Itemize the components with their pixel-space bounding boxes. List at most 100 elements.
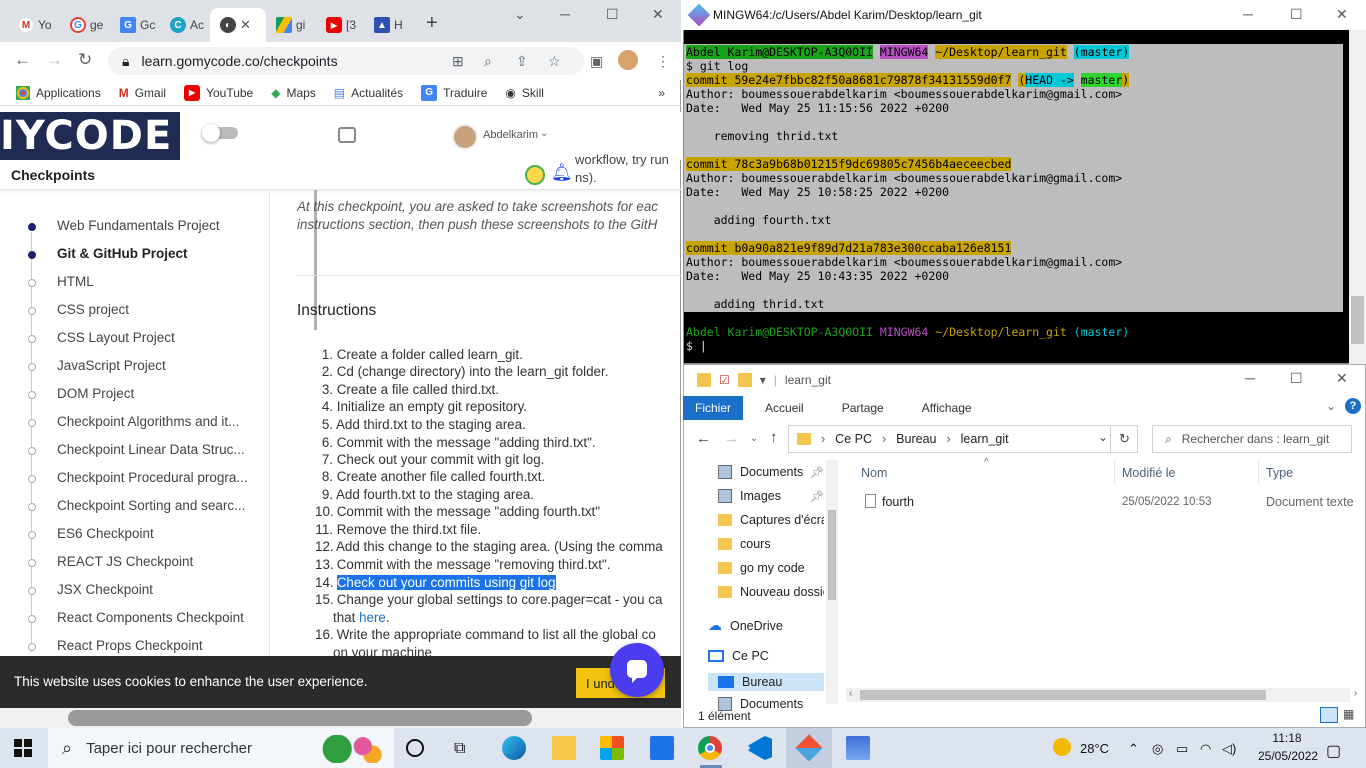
explorer-close-button[interactable]: ✕ <box>1336 370 1348 387</box>
nav-item[interactable]: Bureau <box>708 673 824 691</box>
avatar[interactable] <box>452 124 478 150</box>
back-icon[interactable]: ← <box>14 50 31 70</box>
menu-icon[interactable]: ⋮ <box>656 53 670 70</box>
tab-gomycode[interactable]: ◐ ✕ <box>210 8 266 42</box>
pin-icon[interactable]: 📌︎ <box>810 466 824 479</box>
ribbon-tab-partage[interactable]: Partage <box>830 396 896 420</box>
back-icon[interactable]: ← <box>696 430 711 447</box>
sidebar-item[interactable]: React Components Checkpoint <box>57 610 257 625</box>
file-explorer-icon[interactable] <box>552 736 576 760</box>
task-view-icon[interactable]: ⧉ <box>454 740 465 758</box>
weather-sun-icon[interactable] <box>1053 738 1071 756</box>
help-icon[interactable]: ? <box>1345 398 1361 414</box>
scrollbar-thumb[interactable] <box>68 710 532 726</box>
tab-search-icon[interactable]: ⌄ <box>514 6 526 23</box>
sidebar-item[interactable]: JSX Checkpoint <box>57 582 257 597</box>
mail-icon[interactable] <box>650 736 674 760</box>
bookmark-applications[interactable]: Applications <box>16 85 101 100</box>
tab-gmail[interactable]: M Yo <box>8 8 58 42</box>
explorer-maximize-button[interactable]: ☐ <box>1290 370 1303 387</box>
bookmark-skill[interactable]: ◉ Skill <box>505 86 544 100</box>
chevron-down-icon[interactable]: ⌄ <box>540 128 548 139</box>
nav-item[interactable]: Nouveau dossier <box>718 585 824 599</box>
chat-bubble-icon[interactable] <box>338 127 356 143</box>
file-row[interactable]: fourth 25/05/2022 10:53 Document texte <box>860 494 1354 512</box>
details-view-icon[interactable] <box>1320 707 1338 723</box>
user-name[interactable]: Abdelkarim <box>483 129 538 141</box>
bell-icon[interactable]: 🔔︎ <box>551 163 573 183</box>
scroll-left-icon[interactable]: ‹ <box>849 688 852 699</box>
tab-h[interactable]: ▲ H <box>364 8 414 42</box>
sidebar-item[interactable]: Checkpoint Procedural progra... <box>57 470 257 485</box>
column-modifie[interactable]: Modifié le <box>1122 466 1176 480</box>
sidebar-item[interactable]: Checkpoint Linear Data Struc... <box>57 442 257 457</box>
refresh-icon[interactable]: ↻ <box>1110 425 1138 453</box>
nav-item[interactable]: Documents <box>718 465 824 479</box>
new-folder-icon[interactable] <box>737 373 752 387</box>
more-bookmarks-icon[interactable]: » <box>658 86 665 100</box>
address-bar[interactable]: 🔒︎ learn.gomycode.co/checkpoints <box>108 47 584 75</box>
share-icon[interactable]: ⇪ <box>516 53 528 70</box>
scroll-right-icon[interactable]: › <box>1354 688 1357 699</box>
nav-item[interactable]: cours <box>718 537 824 551</box>
sidebar-item[interactable]: CSS project <box>57 302 257 317</box>
explorer-address-bar[interactable]: › Ce PC › Bureau › learn_git <box>788 425 1138 453</box>
clock-time[interactable]: 11:18 <box>1262 731 1312 745</box>
bookmark-actualites[interactable]: ▤ Actualités <box>334 86 403 100</box>
edge-icon[interactable] <box>502 736 526 760</box>
notification-icon[interactable]: ▢ <box>1326 741 1341 761</box>
sidepanel-icon[interactable]: ▣ <box>590 53 603 70</box>
minimize-button[interactable]: ─ <box>560 6 570 22</box>
gomycode-logo[interactable]: IYCODE <box>0 112 180 160</box>
terminal-minimize-button[interactable]: ─ <box>1243 6 1253 22</box>
here-link[interactable]: here <box>359 610 386 625</box>
search-highlight-icon[interactable] <box>318 735 382 763</box>
tab-drive[interactable]: gi <box>266 8 316 42</box>
wifi-icon[interactable]: ◠ <box>1200 741 1211 757</box>
windows-start-icon[interactable] <box>14 739 32 757</box>
close-icon[interactable]: ✕ <box>240 17 251 33</box>
pin-icon[interactable]: 📌︎ <box>810 490 824 503</box>
close-window-button[interactable]: ✕ <box>652 6 664 23</box>
breadcrumb-bureau[interactable]: Bureau <box>896 432 936 446</box>
column-type[interactable]: Type <box>1266 466 1293 480</box>
ribbon-tab-accueil[interactable]: Accueil <box>753 396 816 420</box>
sidebar-item[interactable]: Checkpoint Sorting and searc... <box>57 498 257 513</box>
qat-dropdown-icon[interactable]: ▾ <box>760 373 766 387</box>
up-icon[interactable]: ↑ <box>770 429 778 446</box>
bookmark-gmail[interactable]: M Gmail <box>119 86 166 100</box>
bookmark-star-icon[interactable]: ☆ <box>548 53 561 70</box>
sidebar-item[interactable]: JavaScript Project <box>57 358 257 373</box>
address-dropdown-icon[interactable]: ⌄ <box>1098 430 1108 444</box>
breadcrumb-ce-pc[interactable]: Ce PC <box>835 432 872 446</box>
sidebar-item[interactable]: REACT JS Checkpoint <box>57 554 257 569</box>
column-nom[interactable]: Nom <box>861 466 887 480</box>
sidebar-item[interactable]: HTML <box>57 274 257 289</box>
sidebar-item[interactable]: React Props Checkpoint <box>57 638 257 653</box>
nav-item[interactable]: Captures d'écran <box>718 513 824 527</box>
translate-page-icon[interactable]: ⊞ <box>452 53 464 70</box>
terminal-scroll-thumb[interactable] <box>1351 296 1364 344</box>
content-hscroll-thumb[interactable] <box>860 690 1266 700</box>
explorer-search-box[interactable]: ⌕ Rechercher dans : learn_git <box>1152 425 1352 453</box>
tab-google[interactable]: G ge <box>60 8 110 42</box>
clock-date[interactable]: 25/05/2022 <box>1258 749 1318 763</box>
nav-item[interactable]: Ce PC <box>708 649 814 663</box>
ribbon-tab-fichier[interactable]: Fichier <box>683 396 744 420</box>
nav-item[interactable]: go my code <box>718 561 824 575</box>
forward-icon[interactable]: → <box>46 50 63 70</box>
chat-widget-button[interactable] <box>610 643 664 697</box>
chrome-icon[interactable] <box>698 736 722 760</box>
bookmark-traduire[interactable]: G Traduire <box>421 84 487 101</box>
cortana-icon[interactable] <box>406 739 424 757</box>
explorer-minimize-button[interactable]: ─ <box>1245 370 1255 386</box>
nav-item[interactable]: ☁ OneDrive <box>708 617 814 634</box>
breadcrumb-learn-git[interactable]: learn_git <box>961 432 1009 446</box>
battery-icon[interactable]: ▭ <box>1176 741 1188 757</box>
sidebar-item[interactable]: Checkpoint Algorithms and it... <box>57 414 257 429</box>
profile-avatar[interactable] <box>618 50 638 70</box>
properties-icon[interactable]: ☑ <box>719 373 730 387</box>
sidebar-item[interactable]: DOM Project <box>57 386 257 401</box>
bookmark-youtube[interactable]: ▶ YouTube <box>184 84 253 101</box>
nav-scroll-thumb[interactable] <box>828 510 836 600</box>
